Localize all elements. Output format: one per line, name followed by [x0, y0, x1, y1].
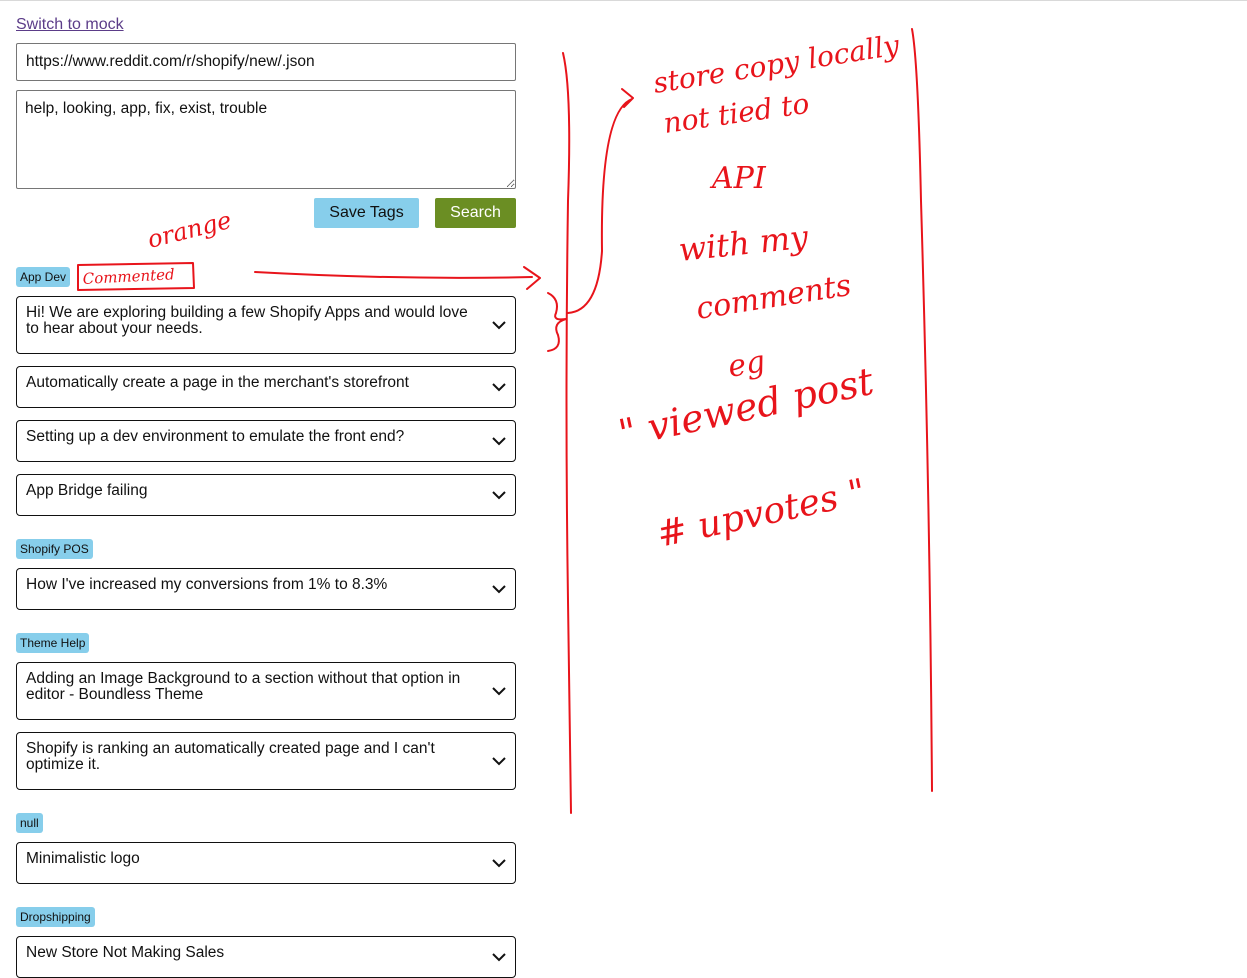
url-input[interactable] [16, 43, 516, 81]
post-title: New Store Not Making Sales [26, 944, 225, 961]
bracket-line-left [562, 52, 572, 814]
note-line-5: comments [694, 268, 854, 327]
section-label-dropshipping: Dropshipping [16, 907, 95, 927]
bracket-line-right [911, 28, 933, 792]
note-line-2: not tied to [661, 87, 811, 140]
section-label-null: null [16, 813, 43, 833]
post-title: Setting up a dev environment to emulate … [26, 428, 405, 445]
post-title: Hi! We are exploring building a few Shop… [26, 304, 468, 337]
post-item[interactable]: Minimalistic logo [16, 842, 516, 884]
commented-box [77, 262, 195, 291]
orange-note: orange [145, 206, 235, 254]
curved-arrow [567, 88, 634, 314]
chevron-down-icon [492, 953, 506, 962]
section-label-theme-help: Theme Help [16, 633, 90, 653]
chevron-down-icon [492, 585, 506, 594]
annotation-arrow [254, 266, 541, 290]
note-line-1: store copy locally [651, 28, 903, 100]
chevron-down-icon [492, 687, 506, 696]
post-title: How I've increased my conversions from 1… [26, 576, 388, 593]
post-item[interactable]: Setting up a dev environment to emulate … [16, 420, 516, 462]
curly-brace [547, 292, 567, 352]
post-title: Minimalistic logo [26, 850, 140, 867]
chevron-down-icon [492, 491, 506, 500]
post-item[interactable]: Hi! We are exploring building a few Shop… [16, 296, 516, 354]
post-title: Shopify is ranking an automatically crea… [26, 740, 435, 773]
note-line-6: eg [725, 344, 767, 385]
post-item[interactable]: Adding an Image Background to a section … [16, 662, 516, 720]
chevron-down-icon [492, 859, 506, 868]
chevron-down-icon [492, 321, 506, 330]
note-line-8: # upvotes " [653, 472, 869, 556]
post-item[interactable]: How I've increased my conversions from 1… [16, 568, 516, 610]
chevron-down-icon [492, 383, 506, 392]
post-title: Adding an Image Background to a section … [26, 670, 461, 703]
note-line-4: with my [677, 218, 811, 269]
post-item[interactable]: Shopify is ranking an automatically crea… [16, 732, 516, 790]
commented-tag-note: Commented [82, 265, 175, 288]
post-title: Automatically create a page in the merch… [26, 374, 409, 391]
chevron-down-icon [492, 757, 506, 766]
section-label-shopify-pos: Shopify POS [16, 539, 93, 559]
search-button[interactable]: Search [435, 198, 516, 228]
switch-to-mock-link[interactable]: Switch to mock [16, 16, 124, 34]
post-item[interactable]: Automatically create a page in the merch… [16, 366, 516, 408]
note-line-7: " viewed post [615, 359, 878, 456]
note-line-3: API [709, 161, 767, 196]
save-tags-button[interactable]: Save Tags [314, 198, 419, 228]
tags-textarea[interactable]: help, looking, app, fix, exist, trouble [16, 90, 516, 189]
post-title: App Bridge failing [26, 482, 148, 499]
post-item[interactable]: New Store Not Making Sales [16, 936, 516, 978]
post-item[interactable]: App Bridge failing [16, 474, 516, 516]
chevron-down-icon [492, 437, 506, 446]
section-label-app-dev: App Dev [16, 267, 71, 287]
